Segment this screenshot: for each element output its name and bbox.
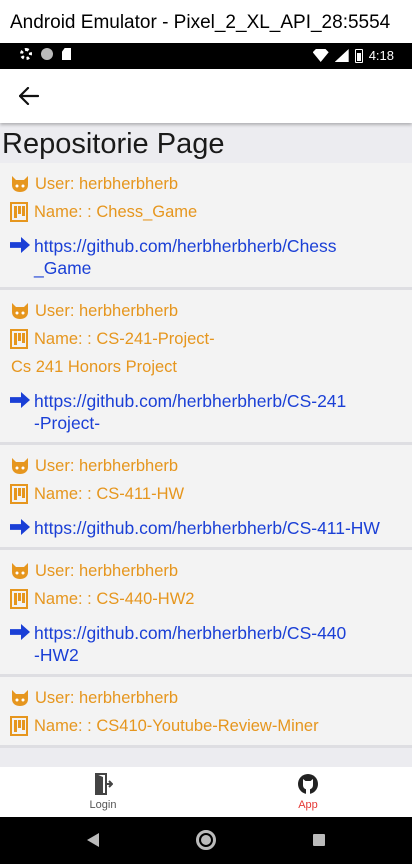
- repo-url-line: https://github.com/herbherbherb/Chess: [34, 236, 337, 256]
- repo-url-link[interactable]: https://github.com/herbherbherb/CS-440 -…: [34, 622, 402, 666]
- repo-user-row: User: herbherbherb: [10, 560, 402, 582]
- arrow-right-icon: [10, 392, 30, 408]
- emulator-window-title: Android Emulator - Pixel_2_XL_API_28:555…: [0, 0, 412, 43]
- github-icon: [298, 774, 318, 794]
- repo-name-row: Name: : CS410-Youtube-Review-Miner: [10, 715, 402, 737]
- repo-description: Cs 241 Honors Project: [11, 358, 177, 376]
- repo-user-row: User: herbherbherb: [10, 173, 402, 195]
- github-cat-icon: [10, 457, 30, 475]
- repo-name-row: Name: : CS-241-Project-: [10, 328, 402, 350]
- repo-card[interactable]: User: herbherbherb Name: : CS-241-Projec…: [0, 290, 412, 445]
- project-board-icon: [10, 202, 28, 222]
- system-home-icon[interactable]: [196, 830, 216, 850]
- repo-card[interactable]: User: herbherbherb Name: : CS-440-HW2 ht…: [0, 550, 412, 677]
- status-time: 4:18: [368, 48, 394, 63]
- repo-url-row[interactable]: https://github.com/herbherbherb/CS-440 -…: [10, 622, 402, 666]
- repo-url-line: -HW2: [34, 645, 79, 665]
- nav-label-app: App: [298, 799, 318, 811]
- repo-url-link[interactable]: https://github.com/herbherbherb/CS-411-H…: [34, 517, 402, 539]
- bottom-navigation: Login App: [0, 767, 412, 817]
- login-door-icon: [95, 773, 113, 795]
- repo-card[interactable]: User: herbherbherb Name: : CS410-Youtube…: [0, 677, 412, 748]
- settings-icon: [20, 48, 32, 60]
- wifi-icon: [312, 49, 329, 62]
- arrow-right-icon: [10, 519, 30, 535]
- repo-url-link[interactable]: https://github.com/herbherbherb/CS-241 -…: [34, 390, 402, 434]
- repo-user: User: herbherbherb: [35, 175, 179, 193]
- github-cat-icon: [10, 175, 30, 193]
- repo-url-row[interactable]: https://github.com/herbherbherb/Chess _G…: [10, 235, 402, 279]
- project-board-icon: [10, 716, 28, 736]
- android-status-bar: 4:18: [0, 43, 412, 69]
- repo-user-row: User: herbherbherb: [10, 687, 402, 709]
- repo-url-line: https://github.com/herbherbherb/CS-440: [34, 623, 347, 643]
- arrow-left-icon: [19, 87, 39, 105]
- repo-name-row: Name: : CS-440-HW2: [10, 588, 402, 610]
- system-back-icon[interactable]: [87, 833, 99, 847]
- repo-user-row: User: herbherbherb: [10, 455, 402, 477]
- repo-user: User: herbherbherb: [35, 562, 179, 580]
- github-cat-icon: [10, 302, 30, 320]
- nav-item-app[interactable]: App: [258, 771, 358, 811]
- back-button[interactable]: [14, 81, 44, 111]
- repo-name: Name: : CS410-Youtube-Review-Miner: [34, 717, 319, 735]
- github-cat-icon: [10, 562, 30, 580]
- repo-name-row: Name: : CS-411-HW: [10, 483, 402, 505]
- nav-item-login[interactable]: Login: [53, 771, 153, 811]
- repo-name: Name: : Chess_Game: [34, 203, 198, 221]
- project-board-icon: [10, 484, 28, 504]
- battery-icon: [354, 48, 363, 63]
- github-cat-icon: [10, 689, 30, 707]
- repo-user: User: herbherbherb: [35, 302, 179, 320]
- sync-icon: [41, 48, 53, 60]
- repo-url-row[interactable]: https://github.com/herbherbherb/CS-411-H…: [10, 517, 402, 539]
- repo-url-line: -Project-: [34, 413, 101, 433]
- app-bar: [0, 69, 412, 123]
- repo-list: User: herbherbherb Name: : Chess_Game ht…: [0, 163, 412, 748]
- repo-url-line: https://github.com/herbherbherb/CS-411-H…: [34, 518, 380, 538]
- repo-user-row: User: herbherbherb: [10, 300, 402, 322]
- repo-card[interactable]: User: herbherbherb Name: : CS-411-HW htt…: [0, 445, 412, 550]
- repo-name: Name: : CS-411-HW: [34, 485, 185, 503]
- repo-name-row: Name: : Chess_Game: [10, 201, 402, 223]
- project-board-icon: [10, 329, 28, 349]
- repo-url-line: _Game: [34, 258, 92, 278]
- project-board-icon: [10, 589, 28, 609]
- page-title: Repositorie Page: [0, 123, 412, 163]
- repo-url-row[interactable]: https://github.com/herbherbherb/CS-241 -…: [10, 390, 402, 434]
- sd-card-icon: [62, 48, 71, 60]
- repo-card[interactable]: User: herbherbherb Name: : Chess_Game ht…: [0, 163, 412, 290]
- repo-name: Name: : CS-440-HW2: [34, 590, 195, 608]
- system-navigation-bar: [0, 817, 412, 864]
- nav-label-login: Login: [89, 799, 117, 811]
- repo-user: User: herbherbherb: [35, 457, 179, 475]
- repo-url-link[interactable]: https://github.com/herbherbherb/Chess _G…: [34, 235, 402, 279]
- arrow-right-icon: [10, 237, 30, 253]
- repo-name: Name: : CS-241-Project-: [34, 330, 215, 348]
- repo-url-line: https://github.com/herbherbherb/CS-241: [34, 391, 347, 411]
- main-content: Repositorie Page User: herbherbherb Name…: [0, 123, 412, 767]
- system-recents-icon[interactable]: [313, 834, 325, 846]
- repo-user: User: herbherbherb: [35, 689, 179, 707]
- arrow-right-icon: [10, 624, 30, 640]
- signal-icon: [334, 49, 349, 62]
